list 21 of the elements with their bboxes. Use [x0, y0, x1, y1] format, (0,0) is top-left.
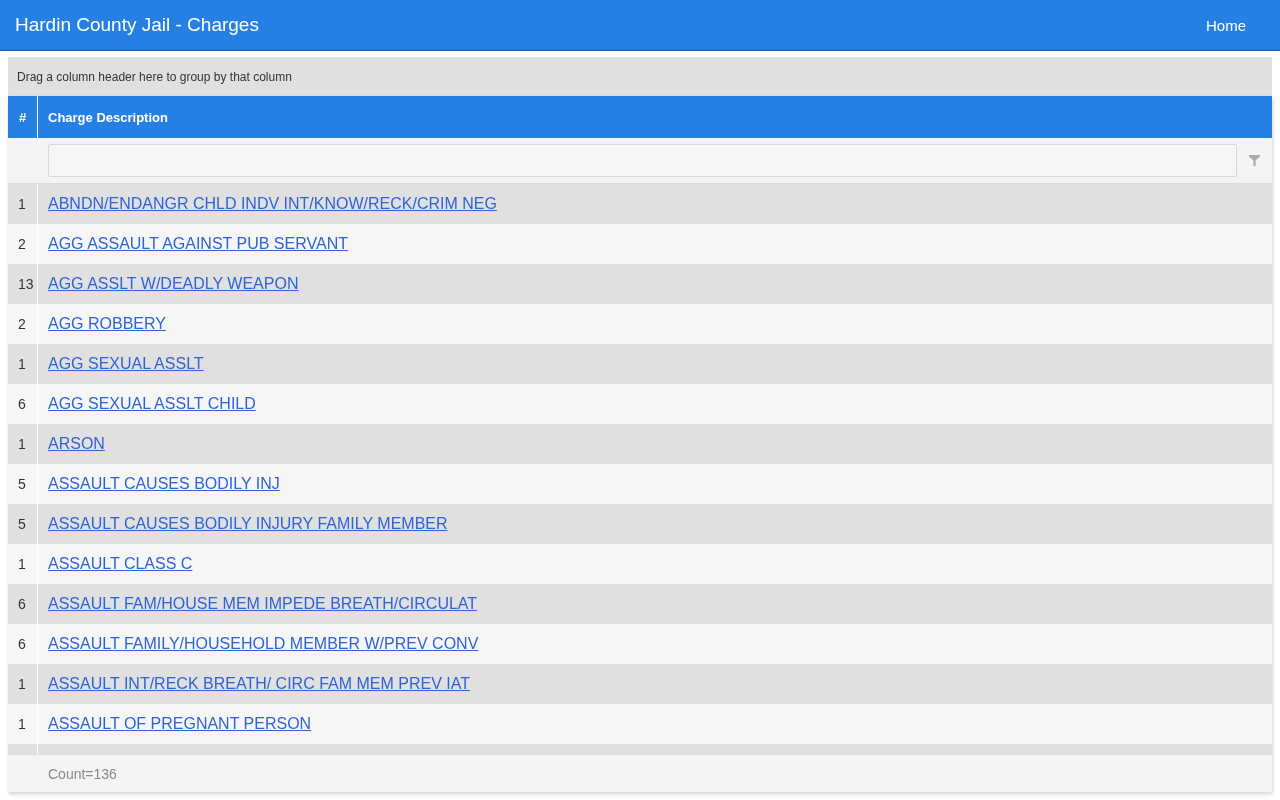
home-link[interactable]: Home — [1206, 16, 1246, 34]
charge-link[interactable]: ARSON — [48, 435, 105, 453]
charge-link[interactable]: ASSAULT CAUSES BODILY INJ — [48, 475, 280, 493]
charge-link[interactable]: AGG ASSLT W/DEADLY WEAPON — [48, 275, 299, 293]
charge-link[interactable]: ASSAULT OF PREGNANT PERSON — [48, 715, 312, 733]
charge-link[interactable]: AGG ROBBERY — [48, 315, 166, 333]
charge-link[interactable]: ASSAULT CAUSES BODILY INJURY FAMILY MEMBER — [48, 515, 448, 533]
page-title: Hardin County Jail - Charges — [15, 14, 259, 36]
charge-link[interactable]: AGG SEXUAL ASSLT CHILD — [48, 395, 256, 413]
charge-link[interactable]: ASSAULT FAMILY/HOUSEHOLD MEMBER W/PREV CONV — [48, 635, 479, 653]
group-hint: Drag a column header here to group by that column — [17, 69, 292, 84]
filter-icon[interactable] — [1249, 155, 1260, 166]
column-header[interactable]: Charge Description — [38, 96, 1272, 138]
charge-link[interactable]: ABNDN/ENDANGR CHLD INDV INT/KNOW/RECK/CRIM NEG — [48, 195, 497, 213]
charge-link[interactable]: AGG ASSAULT AGAINST PUB SERVANT — [48, 235, 348, 253]
record-count: Count=136 — [48, 765, 117, 782]
filter-field[interactable] — [48, 144, 1237, 177]
charge-link[interactable]: AGG SEXUAL ASSLT — [48, 355, 204, 373]
charge-link[interactable]: ASSAULT FAM/HOUSE MEM IMPEDE BREATH/CIRCULAT — [48, 595, 478, 613]
charge-link[interactable]: ASSAULT INT/RECK BREATH/ CIRC FAM MEM PREV IAT — [48, 675, 470, 693]
charge-link[interactable]: ASSAULT CLASS C — [48, 555, 193, 573]
